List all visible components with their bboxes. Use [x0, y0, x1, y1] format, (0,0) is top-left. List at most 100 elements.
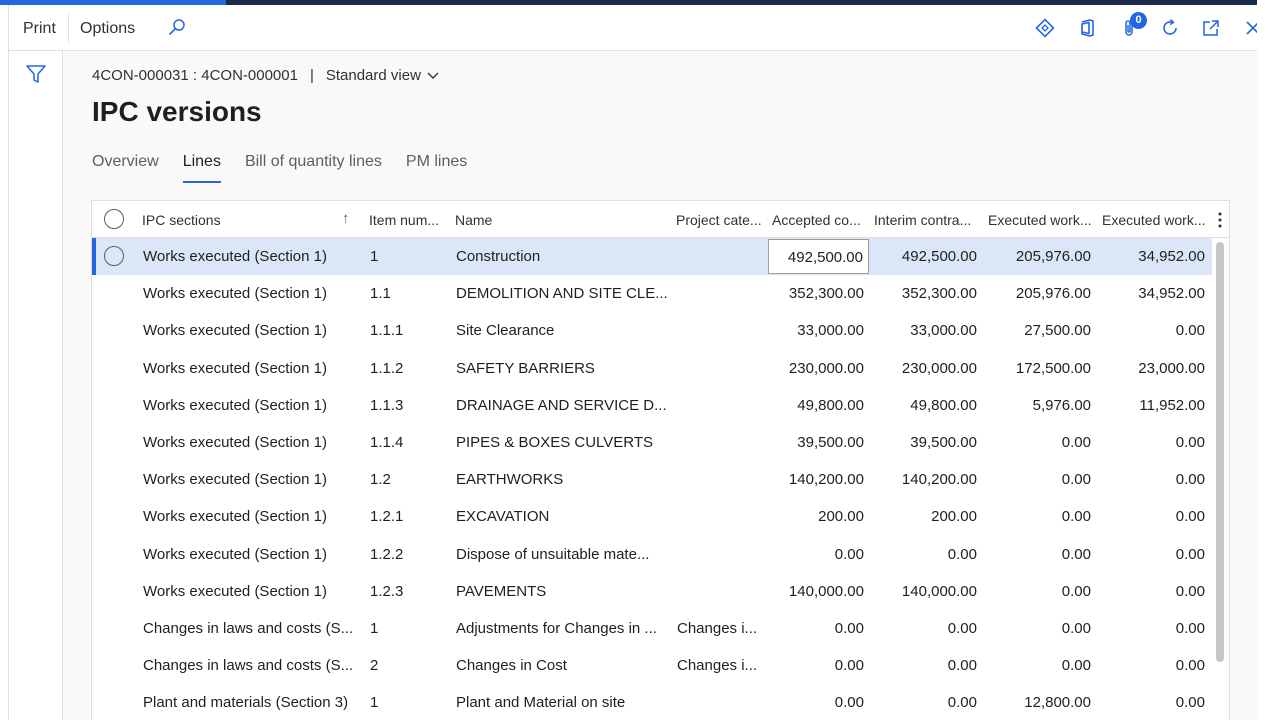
- column-header-item-number[interactable]: Item num...: [369, 201, 447, 238]
- breadcrumb: 4CON-000031 : 4CON-000001 | Standard vie…: [92, 67, 440, 84]
- table-row[interactable]: Changes in laws and costs (S... 1 Adjust…: [92, 610, 1212, 647]
- cell-interim-contract: 0.00: [947, 545, 977, 563]
- table-row[interactable]: Works executed (Section 1) 1.1 DEMOLITIO…: [92, 275, 1212, 312]
- cell-accepted-contract: 0.00: [834, 657, 864, 675]
- cell-accepted-contract: 140,200.00: [788, 471, 864, 489]
- table-row[interactable]: Works executed (Section 1) 1 Constructio…: [92, 238, 1212, 276]
- cell-interim-contract: 0.00: [947, 619, 977, 637]
- cell-name: PAVEMENTS: [456, 582, 547, 600]
- column-header-executed-work-2[interactable]: Executed work...: [1102, 201, 1210, 238]
- diamond-icon[interactable]: [1032, 15, 1058, 41]
- tab-overview[interactable]: Overview: [92, 153, 159, 183]
- cell-project-category: Changes i...: [677, 657, 758, 675]
- cell-item-number: 1.1.1: [370, 322, 404, 340]
- cell-executed-work-2: 0.00: [1175, 694, 1205, 712]
- cell-accepted-contract: 200.00: [818, 508, 864, 526]
- cell-project-category: [677, 536, 767, 573]
- table-row[interactable]: Works executed (Section 1) 1.2.2 Dispose…: [92, 536, 1212, 573]
- notification-badge: 0: [1130, 12, 1147, 29]
- tab-pm-lines[interactable]: PM lines: [406, 153, 467, 183]
- more-options-icon[interactable]: [1213, 209, 1227, 231]
- column-header-accepted-contract[interactable]: Accepted co...: [772, 201, 870, 238]
- table-row[interactable]: Works executed (Section 1) 1.1.4 PIPES &…: [92, 424, 1212, 461]
- search-icon[interactable]: [164, 15, 190, 41]
- cell-project-category: [677, 424, 767, 461]
- cell-executed-work-1: 0.00: [1061, 508, 1091, 526]
- table-row[interactable]: Works executed (Section 1) 1.1.3 DRAINAG…: [92, 387, 1212, 424]
- cell-executed-work-2: 0.00: [1175, 545, 1205, 563]
- cell-name: Adjustments for Changes in ...: [456, 619, 657, 637]
- column-header-name[interactable]: Name: [455, 201, 665, 238]
- cell-executed-work-2: 34,952.00: [1138, 285, 1205, 303]
- open-new-window-icon[interactable]: [1198, 15, 1224, 41]
- cell-item-number: 1.1.2: [370, 359, 404, 377]
- cell-ipc-section: Changes in laws and costs (S...: [143, 657, 354, 675]
- cell-executed-work-1: 172,500.00: [1015, 359, 1091, 377]
- cell-ipc-section: Works executed (Section 1): [143, 359, 327, 377]
- cell-interim-contract: 140,200.00: [901, 471, 977, 489]
- cell-ipc-section: Works executed (Section 1): [143, 322, 327, 340]
- command-separator: [68, 13, 69, 43]
- cell-name: Plant and Material on site: [456, 694, 626, 712]
- cell-executed-work-1: 27,500.00: [1024, 322, 1091, 340]
- vertical-scrollbar[interactable]: [1216, 242, 1224, 662]
- cell-ipc-section: Works executed (Section 1): [143, 471, 327, 489]
- cell-name: SAFETY BARRIERS: [456, 359, 595, 377]
- attachment-icon[interactable]: 0: [1116, 12, 1147, 41]
- column-header-project-category[interactable]: Project cate...: [676, 201, 768, 238]
- column-header-executed-work-1[interactable]: Executed work...: [988, 201, 1096, 238]
- options-button[interactable]: Options: [80, 5, 135, 51]
- cell-project-category: [677, 312, 767, 349]
- refresh-icon[interactable]: [1157, 15, 1183, 41]
- cell-executed-work-1: 0.00: [1061, 619, 1091, 637]
- cell-executed-work-2: 0.00: [1175, 657, 1205, 675]
- select-all-radio[interactable]: [104, 209, 124, 229]
- table-row[interactable]: Plant and materials (Section 3) 1 Plant …: [92, 684, 1212, 720]
- cell-project-category: [677, 684, 767, 720]
- cell-ipc-section: Works executed (Section 1): [143, 545, 327, 563]
- table-row[interactable]: Works executed (Section 1) 1.2 EARTHWORK…: [92, 461, 1212, 498]
- cell-executed-work-2: 0.00: [1175, 508, 1205, 526]
- column-header-ipc-sections[interactable]: IPC sections: [142, 201, 337, 238]
- cell-interim-contract: 200.00: [931, 508, 977, 526]
- lines-grid: IPC sections ↑ Item num... Name Project …: [91, 200, 1230, 720]
- table-row[interactable]: Works executed (Section 1) 1.1.2 SAFETY …: [92, 350, 1212, 387]
- table-row[interactable]: Works executed (Section 1) 1.2.3 PAVEMEN…: [92, 573, 1212, 610]
- cell-project-category: [677, 573, 767, 610]
- cell-executed-work-2: 0.00: [1175, 582, 1205, 600]
- tab-lines[interactable]: Lines: [182, 153, 222, 183]
- cell-item-number: 1.2.3: [370, 582, 404, 600]
- cell-accepted-contract: 33,000.00: [797, 322, 864, 340]
- table-row[interactable]: Works executed (Section 1) 1.1.1 Site Cl…: [92, 312, 1212, 349]
- print-button[interactable]: Print: [23, 5, 56, 51]
- cell-interim-contract: 33,000.00: [910, 322, 977, 340]
- cell-executed-work-2: 23,000.00: [1138, 359, 1205, 377]
- cell-executed-work-1: 0.00: [1061, 433, 1091, 451]
- cell-project-category: Changes i...: [677, 619, 758, 637]
- tab-bill-of-quantity-lines[interactable]: Bill of quantity lines: [245, 153, 382, 183]
- view-selector[interactable]: Standard view: [326, 67, 440, 84]
- cell-interim-contract: 39,500.00: [910, 433, 977, 451]
- cell-ipc-section: Works executed (Section 1): [143, 433, 327, 451]
- cell-executed-work-2: 34,952.00: [1138, 248, 1205, 265]
- cell-accepted-contract: 352,300.00: [788, 285, 864, 303]
- cell-executed-work-1: 0.00: [1061, 545, 1091, 563]
- cell-item-number: 1.1: [370, 285, 391, 303]
- cell-project-category: [677, 461, 767, 498]
- cell-ipc-section: Works executed (Section 1): [143, 396, 327, 414]
- cell-executed-work-1: 205,976.00: [1015, 285, 1091, 303]
- office-icon[interactable]: [1074, 15, 1100, 41]
- column-header-interim-contract[interactable]: Interim contra...: [874, 201, 982, 238]
- cell-name: Construction: [456, 248, 541, 265]
- tab-bar: Overview Lines Bill of quantity lines PM…: [92, 153, 491, 183]
- table-row[interactable]: Changes in laws and costs (S... 2 Change…: [92, 647, 1212, 684]
- filter-icon[interactable]: [25, 63, 47, 85]
- row-select-radio[interactable]: [104, 246, 124, 266]
- cell-executed-work-1: 5,976.00: [1032, 396, 1091, 414]
- command-bar: Print Options 0: [8, 5, 1260, 51]
- cell-interim-contract: 0.00: [947, 694, 977, 712]
- cell-project-category: [677, 238, 767, 275]
- cell-executed-work-2: 11,952.00: [1139, 396, 1205, 414]
- table-row[interactable]: Works executed (Section 1) 1.2.1 EXCAVAT…: [92, 498, 1212, 535]
- cell-ipc-section: Works executed (Section 1): [143, 285, 327, 303]
